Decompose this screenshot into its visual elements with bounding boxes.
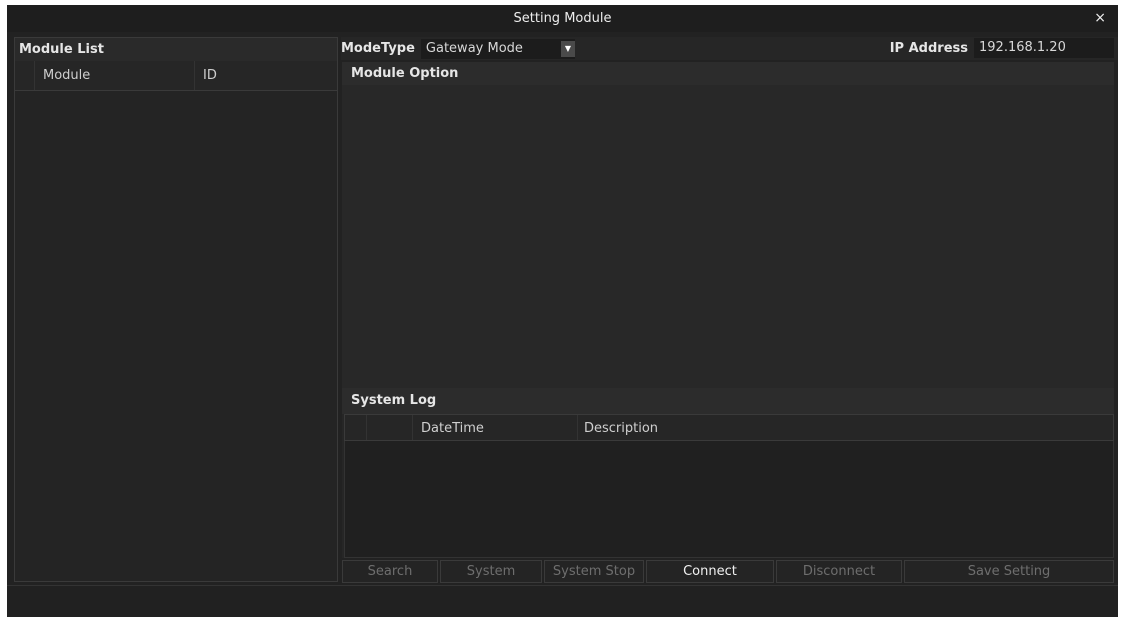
system-log-panel: System Log DateTime Description — [342, 388, 1114, 558]
mode-type-select[interactable]: Gateway Mode ▼ — [420, 38, 575, 59]
row-header-cell — [345, 415, 367, 440]
column-id[interactable]: ID — [195, 61, 337, 90]
module-list-header: Module ID — [15, 61, 337, 91]
system-log-body — [344, 441, 1114, 558]
system-running-button[interactable]: System Running — [440, 560, 542, 600]
status-bar — [7, 585, 1118, 617]
column-datetime[interactable]: DateTime — [413, 415, 578, 440]
setting-module-window: Setting Module × Module List Module ID M… — [7, 5, 1118, 617]
system-stop-button[interactable]: System Stop — [544, 560, 644, 583]
status-column — [367, 415, 413, 440]
module-list-panel: Module List Module ID — [14, 37, 338, 582]
connect-button[interactable]: Connect — [646, 560, 774, 583]
close-icon[interactable]: × — [1094, 5, 1106, 32]
ip-address-label: IP Address — [889, 40, 968, 56]
column-module[interactable]: Module — [35, 61, 195, 90]
window-title: Setting Module — [513, 11, 612, 26]
action-buttons: Search System Running System Stop Connec… — [342, 560, 1114, 600]
save-setting-button[interactable]: Save Setting — [904, 560, 1114, 583]
system-log-title: System Log — [342, 388, 1114, 414]
module-option-panel: Module Option — [342, 62, 1114, 388]
module-list-title: Module List — [15, 38, 337, 61]
search-button[interactable]: Search — [342, 560, 438, 583]
mode-type-label: ModeType — [341, 41, 415, 56]
row-header-cell — [15, 61, 35, 90]
disconnect-button[interactable]: Disconnect — [776, 560, 902, 583]
module-option-title: Module Option — [342, 62, 1114, 85]
mode-row: ModeType Gateway Mode ▼ IP Address 192.1… — [341, 37, 1118, 60]
ip-address-group: IP Address 192.168.1.20 — [890, 38, 1114, 58]
chevron-down-icon[interactable]: ▼ — [560, 40, 575, 57]
title-bar: Setting Module × — [7, 5, 1118, 32]
mode-type-value: Gateway Mode — [425, 41, 523, 56]
ip-address-input[interactable]: 192.168.1.20 — [974, 38, 1114, 58]
column-description[interactable]: Description — [578, 415, 1113, 440]
system-log-header: DateTime Description — [344, 414, 1114, 441]
